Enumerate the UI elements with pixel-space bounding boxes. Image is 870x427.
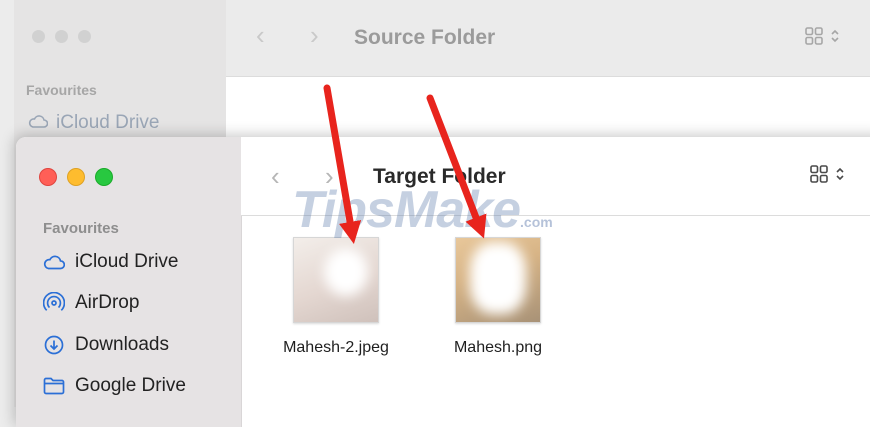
- sidebar-item-icloud-drive[interactable]: iCloud Drive: [43, 251, 178, 273]
- back-button[interactable]: ‹: [271, 163, 280, 189]
- zoom-button[interactable]: [78, 30, 91, 43]
- sidebar-item-label: Google Drive: [75, 375, 186, 396]
- forward-button[interactable]: ›: [325, 163, 334, 189]
- sidebar-heading: Favourites: [43, 220, 119, 237]
- sidebar-item-label: iCloud Drive: [75, 251, 179, 272]
- sidebar-item-airdrop[interactable]: AirDrop: [43, 292, 139, 314]
- file-item[interactable]: Mahesh.png: [428, 237, 568, 357]
- source-toolbar: ‹ › Source Folder: [226, 0, 870, 77]
- close-button[interactable]: [39, 168, 57, 186]
- sidebar-item-label: iCloud Drive: [56, 112, 160, 133]
- file-name: Mahesh.png: [453, 339, 543, 356]
- sidebar-item-google-drive[interactable]: Google Drive: [43, 375, 186, 397]
- window-title: Target Folder: [373, 165, 506, 188]
- chevron-updown-icon: [830, 28, 840, 49]
- chevron-updown-icon: [835, 166, 845, 187]
- view-options-button[interactable]: [809, 164, 845, 189]
- view-options-button[interactable]: [804, 26, 840, 51]
- cloud-icon: [28, 112, 49, 134]
- grid-view-icon: [809, 164, 829, 189]
- window-title: Source Folder: [354, 26, 496, 49]
- folder-icon: [43, 375, 65, 397]
- grid-view-icon: [804, 26, 824, 51]
- image-thumbnail: [293, 237, 379, 323]
- target-folder-window: Favourites iCloud Drive AirDrop Download…: [16, 137, 870, 427]
- target-toolbar: ‹ › Target Folder: [241, 137, 870, 216]
- cloud-icon: [43, 251, 65, 273]
- zoom-button[interactable]: [95, 168, 113, 186]
- target-traffic-lights: [39, 168, 113, 186]
- forward-button[interactable]: ›: [310, 22, 319, 48]
- download-icon: [43, 334, 65, 356]
- target-sidebar: Favourites iCloud Drive AirDrop Download…: [16, 137, 242, 427]
- minimize-button[interactable]: [67, 168, 85, 186]
- airdrop-icon: [43, 292, 65, 314]
- sidebar-item-label: Downloads: [75, 334, 169, 355]
- file-name: Mahesh-2.jpeg: [283, 339, 389, 356]
- file-item[interactable]: Mahesh-2.jpeg: [266, 237, 406, 357]
- sidebar-heading: Favourites: [26, 82, 97, 98]
- image-thumbnail: [455, 237, 541, 323]
- sidebar-item-downloads[interactable]: Downloads: [43, 334, 169, 356]
- sidebar-item-label: AirDrop: [75, 292, 140, 313]
- minimize-button[interactable]: [55, 30, 68, 43]
- source-traffic-lights: [32, 30, 91, 43]
- close-button[interactable]: [32, 30, 45, 43]
- back-button[interactable]: ‹: [256, 22, 265, 48]
- sidebar-item-icloud-drive[interactable]: iCloud Drive: [28, 112, 159, 134]
